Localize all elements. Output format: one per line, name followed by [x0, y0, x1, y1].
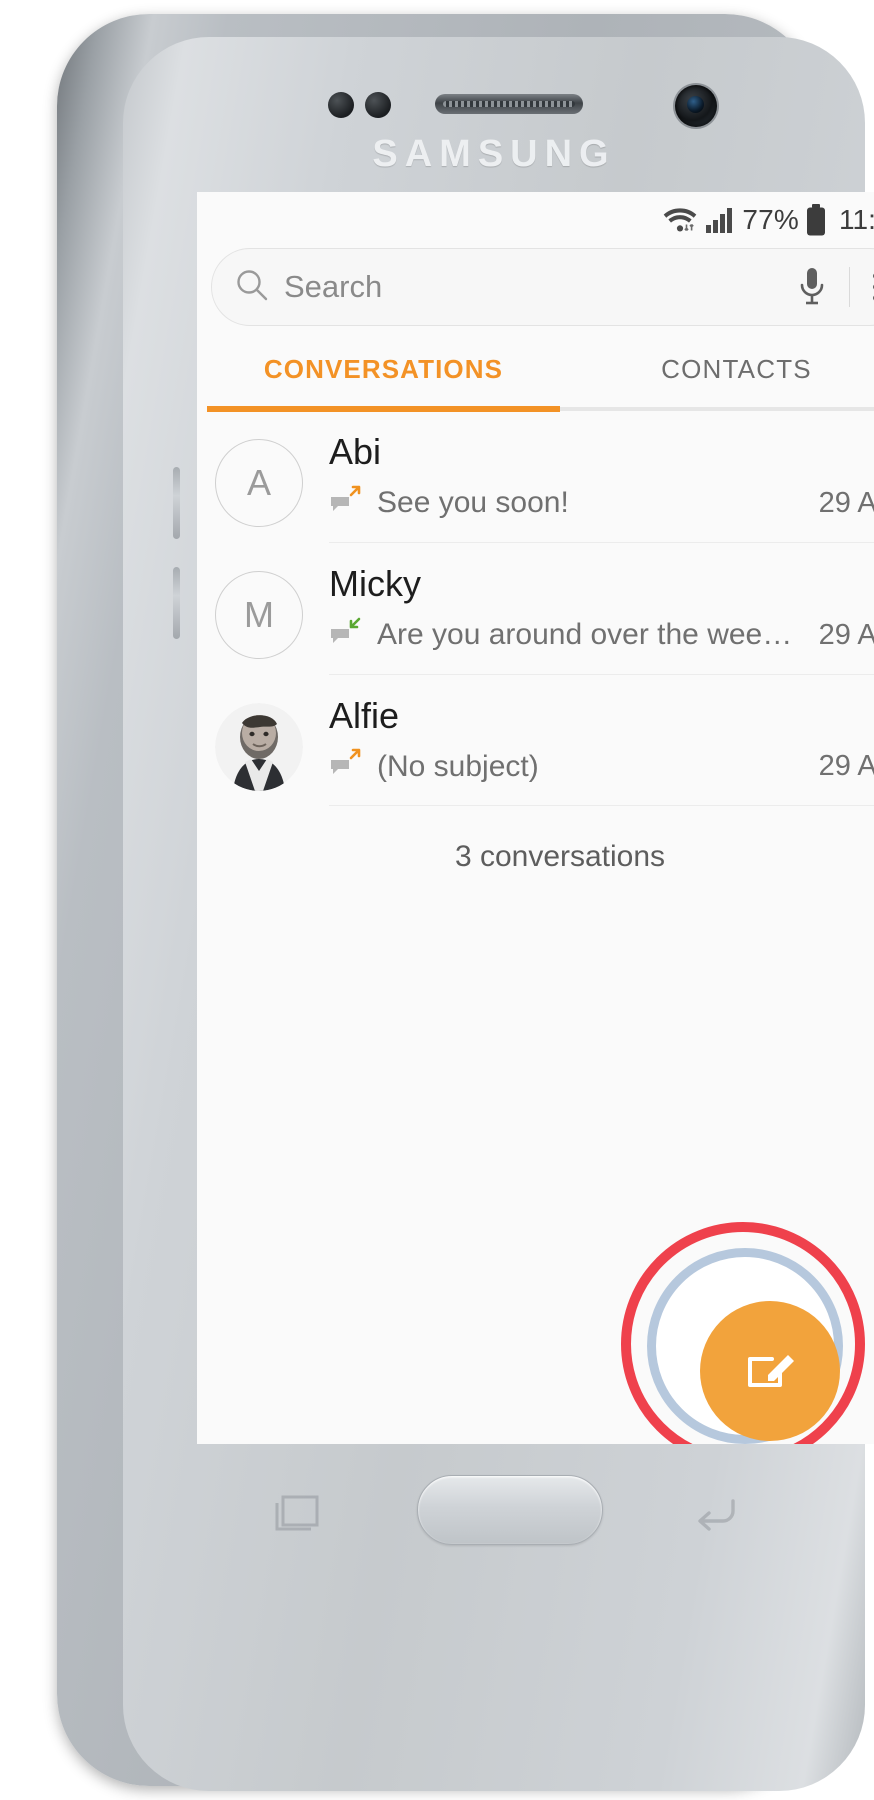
search-bar-container	[197, 248, 874, 326]
conversation-list: A Abi See you soon! 29 A M Micky Are you…	[197, 411, 874, 874]
avatar	[215, 702, 303, 791]
toolbar-divider	[849, 267, 850, 307]
conversation-name: Alfie	[329, 694, 400, 736]
conversation-name: Micky	[329, 562, 421, 604]
conversation-date: 29 Aug	[818, 486, 874, 519]
outgoing-arrow-icon	[329, 748, 365, 785]
back-icon[interactable]	[689, 1489, 745, 1542]
phone-frame: SAMSUNG 77% 11 Search CONVERSATIONS CONT…	[57, 14, 874, 1791]
more-options-icon[interactable]	[866, 273, 874, 301]
search-input[interactable]	[284, 269, 789, 305]
proximity-sensor-icon	[328, 92, 354, 118]
search-icon	[234, 267, 270, 308]
conversation-count-label: 3 conversations	[454, 840, 666, 874]
tab-contacts[interactable]: CONTACTS	[560, 354, 874, 407]
front-camera-icon	[675, 85, 717, 127]
conversation-row-abi[interactable]: A Abi See you soon! 29 A	[215, 411, 874, 543]
conversation-name: Abi	[329, 431, 382, 472]
wifi-icon	[662, 205, 698, 235]
conversation-content: Abi See you soon! 29 Aug	[329, 433, 874, 543]
conversation-subline: See you soon! 29 Aug	[329, 485, 874, 522]
recent-apps-icon[interactable]	[269, 1489, 325, 1542]
battery-percent-label: 77%	[742, 204, 799, 235]
outgoing-arrow-icon	[329, 485, 365, 522]
conversation-snippet: Are you around over the week…	[377, 618, 805, 652]
contact-photo	[215, 702, 303, 791]
battery-icon	[806, 204, 826, 236]
compose-message-icon	[738, 1337, 802, 1406]
incoming-arrow-icon	[329, 617, 365, 654]
tab-indicator	[207, 406, 874, 412]
conversation-snippet: (No subject)	[377, 749, 539, 783]
search-bar[interactable]	[211, 248, 874, 326]
fab-outer-ring	[647, 1248, 843, 1444]
conversation-content: Micky Are you around over the week… 29 A	[329, 562, 874, 675]
volume-up-button[interactable]	[173, 467, 180, 539]
conversation-subline: (No subject) 29 Aug	[329, 748, 874, 785]
brand-logo: SAMSUNG	[372, 133, 616, 175]
home-button[interactable]	[417, 1475, 603, 1545]
avatar-initial: M	[244, 593, 274, 635]
conversation-row-alfie[interactable]: Alfie (No subject) 29 Aug	[215, 675, 874, 807]
status-bar: 77% 11:01	[197, 192, 874, 248]
earpiece-speaker-icon	[435, 94, 583, 114]
light-sensor-icon	[365, 92, 391, 118]
screenshot-stage: SAMSUNG 77% 11 Search CONVERSATIONS CONT…	[0, 0, 874, 1800]
phone-screen: 77% 11:01	[197, 192, 874, 1444]
compose-message-button[interactable]	[700, 1301, 840, 1441]
conversation-subline: Are you around over the week… 29 Aug	[329, 617, 874, 654]
avatar: A	[215, 439, 303, 527]
conversation-row-micky[interactable]: M Micky Are you around over the week… 29…	[215, 543, 874, 675]
status-bar-clock: 11:01	[839, 204, 874, 235]
tab-conversations[interactable]: CONVERSATIONS	[207, 354, 560, 407]
highlight-ring	[621, 1222, 865, 1444]
cellular-signal-icon	[705, 206, 735, 234]
conversation-content: Alfie (No subject) 29 Aug	[329, 694, 874, 807]
conversation-snippet: See you soon!	[377, 486, 569, 520]
conversation-date: 29 Aug	[818, 750, 874, 783]
volume-down-button[interactable]	[173, 567, 180, 639]
avatar: M	[215, 570, 303, 659]
conversation-date: 29 Aug	[818, 618, 874, 651]
tab-bar: CONVERSATIONS CONTACTS	[197, 354, 874, 407]
microphone-icon[interactable]	[789, 265, 835, 309]
avatar-initial: A	[246, 462, 271, 503]
phone-body: SAMSUNG 77% 11 Search CONVERSATIONS CONT…	[123, 37, 874, 1791]
